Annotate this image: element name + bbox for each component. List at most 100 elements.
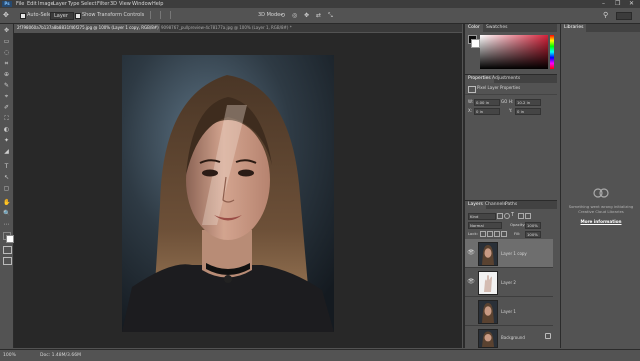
auto-select-dropdown[interactable]: Layer: [50, 12, 74, 20]
tab-color[interactable]: Color: [465, 24, 483, 32]
lock-transparent-icon[interactable]: [480, 231, 486, 237]
layer-name[interactable]: Layer 1 copy: [501, 251, 527, 256]
layer-name[interactable]: Background: [501, 335, 525, 340]
path-select-tool-icon[interactable]: ↖: [3, 175, 10, 181]
menu-file[interactable]: File: [16, 0, 24, 8]
crop-tool-icon[interactable]: ⌗: [3, 61, 10, 67]
document-tab[interactable]: 9098767_pullpreview-4c78177a.jpg @ 100% …: [158, 24, 304, 32]
layer-name[interactable]: Layer 2: [501, 280, 516, 285]
filter-kind-dropdown[interactable]: Kind: [468, 213, 496, 220]
quick-mask-icon[interactable]: [3, 246, 12, 254]
healing-brush-icon[interactable]: ✎: [3, 83, 10, 89]
menu-edit[interactable]: Edit: [27, 0, 37, 8]
workspace-switcher[interactable]: [616, 12, 632, 20]
visibility-toggle[interactable]: [467, 307, 475, 314]
document-tab-active[interactable]: 2f798060a7b137a8b8831f46f275.jpg @ 100% …: [14, 24, 160, 32]
opacity-field[interactable]: 100%: [525, 222, 541, 229]
filter-smart-object-icon[interactable]: [525, 213, 531, 219]
tab-swatches[interactable]: Swatches: [483, 24, 511, 32]
3d-slide-icon[interactable]: ⇄: [316, 8, 321, 23]
filter-type-icon[interactable]: T: [511, 212, 514, 218]
menu-window[interactable]: Window: [132, 0, 152, 8]
creative-cloud-icon: [593, 188, 609, 198]
lock-all-icon[interactable]: [501, 231, 507, 237]
restore-button[interactable]: ❐: [615, 0, 620, 8]
more-tools-icon[interactable]: ⋯: [3, 222, 10, 228]
align-center-icon[interactable]: [160, 11, 165, 19]
x-field[interactable]: 0 in: [474, 108, 500, 115]
menu-select[interactable]: Select: [81, 0, 96, 8]
photoshop-logo: Ps: [2, 1, 12, 7]
filter-adjustment-icon[interactable]: [504, 213, 510, 219]
tools-panel: ✥ ▭ ◌ ⌗ ⊕ ✎ ⌖ ✐ ⛶ ◐ ✦ ◢ T ↖ ▢ ✋ 🔍 ⋯: [0, 24, 14, 348]
background-color-chip[interactable]: [471, 39, 480, 48]
marquee-tool-icon[interactable]: ▭: [3, 39, 10, 45]
auto-select-checkbox[interactable]: [20, 13, 26, 19]
lock-icon: [545, 333, 551, 339]
hue-slider[interactable]: [550, 35, 554, 69]
w-field[interactable]: 0.00 in: [474, 99, 500, 106]
y-label: Y:: [509, 108, 513, 113]
search-icon[interactable]: ⚲: [603, 8, 608, 23]
align-right-icon[interactable]: [170, 11, 175, 19]
layer-row-layer-2[interactable]: 👁 Layer 2: [465, 268, 553, 297]
fill-field[interactable]: 100%: [525, 231, 541, 238]
tab-libraries[interactable]: Libraries: [561, 24, 587, 32]
gradient-tool-icon[interactable]: ✦: [3, 138, 10, 144]
lock-position-icon[interactable]: [494, 231, 500, 237]
menu-type[interactable]: Type: [68, 0, 79, 8]
libraries-panel: Libraries Something went wrong initializ…: [560, 24, 640, 348]
menu-help[interactable]: Help: [152, 0, 163, 8]
eyedropper-tool-icon[interactable]: ⊕: [3, 72, 10, 78]
more-information-link[interactable]: More information: [567, 219, 635, 224]
minimize-button[interactable]: –: [602, 0, 605, 8]
lasso-tool-icon[interactable]: ◌: [3, 50, 10, 56]
menu-layer[interactable]: Layer: [53, 0, 67, 8]
type-tool-icon[interactable]: T: [3, 164, 10, 170]
menu-3d[interactable]: 3D: [110, 0, 117, 8]
blend-mode-dropdown[interactable]: Normal: [468, 222, 502, 229]
link-icon[interactable]: GO: [501, 99, 507, 104]
background-color-swatch[interactable]: [6, 235, 14, 243]
tab-adjustments[interactable]: Adjustments: [489, 75, 523, 83]
filter-pixel-icon[interactable]: [497, 213, 503, 219]
align-left-icon[interactable]: [150, 11, 155, 19]
zoom-level[interactable]: 100%: [3, 350, 16, 361]
w-label: W:: [468, 99, 474, 104]
lock-pixels-icon[interactable]: [487, 231, 493, 237]
layer-row-layer-1-copy[interactable]: 👁 Layer 1 copy: [465, 239, 553, 268]
history-brush-icon[interactable]: ⛶: [3, 116, 10, 122]
document-size[interactable]: Doc: 1.48M/3.66M: [40, 350, 81, 361]
move-tool-icon[interactable]: ✥: [3, 12, 13, 19]
visibility-eye-icon[interactable]: 👁: [467, 278, 475, 285]
3d-pan-icon[interactable]: ✥: [304, 8, 309, 23]
layer-name[interactable]: Layer 1: [501, 309, 516, 314]
filter-shape-icon[interactable]: [518, 213, 524, 219]
eraser-tool-icon[interactable]: ◐: [3, 127, 10, 133]
layer-row-layer-1[interactable]: Layer 1: [465, 297, 553, 326]
brush-tool-icon[interactable]: ⌖: [3, 94, 10, 100]
menu-view[interactable]: View: [119, 0, 131, 8]
close-button[interactable]: ✕: [629, 0, 634, 8]
clone-stamp-icon[interactable]: ✐: [3, 105, 10, 111]
blur-tool-icon[interactable]: ◢: [3, 149, 10, 155]
y-field[interactable]: 0 in: [515, 108, 541, 115]
3d-rotate-icon[interactable]: ⟲: [280, 8, 285, 23]
shape-tool-icon[interactable]: ▢: [3, 186, 10, 192]
show-transform-checkbox[interactable]: [75, 13, 81, 19]
3d-roll-icon[interactable]: ◎: [292, 8, 297, 23]
visibility-eye-icon[interactable]: 👁: [467, 249, 475, 256]
h-field[interactable]: 10.2 in: [515, 99, 541, 106]
screen-mode-icon[interactable]: [3, 257, 12, 265]
move-tool-icon[interactable]: ✥: [3, 28, 10, 34]
document-image[interactable]: [122, 55, 334, 332]
menu-image[interactable]: Image: [38, 0, 54, 8]
layer-row-background[interactable]: Background: [465, 326, 553, 348]
libraries-panel-header: Libraries: [561, 24, 640, 32]
zoom-tool-icon[interactable]: 🔍: [3, 211, 10, 217]
color-picker-field[interactable]: [480, 35, 548, 69]
hand-tool-icon[interactable]: ✋: [3, 200, 10, 206]
tab-paths[interactable]: Paths: [502, 201, 520, 209]
3d-scale-icon[interactable]: ⤡: [328, 8, 333, 23]
menu-filter[interactable]: Filter: [97, 0, 109, 8]
